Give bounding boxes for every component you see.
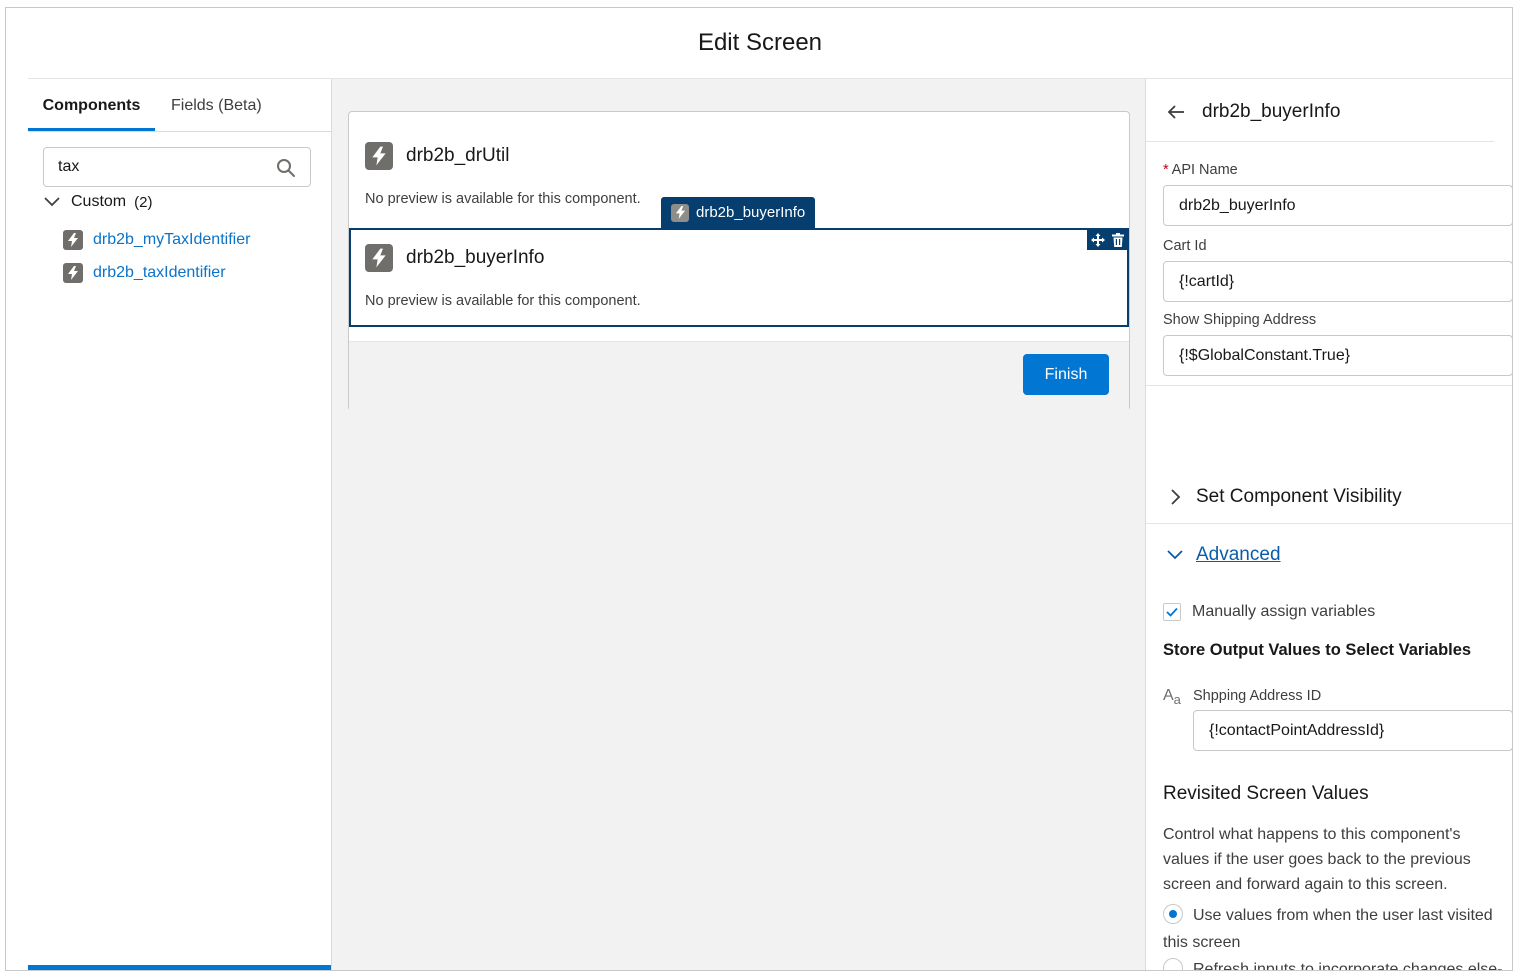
- delete-icon[interactable]: [1111, 233, 1124, 247]
- component-search[interactable]: [43, 147, 311, 187]
- component-item-label: drb2b_myTaxIdentifier: [93, 231, 251, 248]
- custom-group-toggle[interactable]: Custom (2): [43, 191, 152, 213]
- store-output-heading: Store Output Values to Select Variables: [1163, 641, 1472, 659]
- drag-badge-label: drb2b_buyerInfo: [696, 204, 806, 221]
- search-input[interactable]: [58, 156, 258, 178]
- back-arrow-icon[interactable]: [1166, 102, 1186, 122]
- checkbox-checked-icon[interactable]: [1163, 603, 1181, 621]
- radio-option-refresh[interactable]: Refresh inputs to incorporate changes el…: [1163, 956, 1512, 971]
- advanced-toggle[interactable]: Advanced: [1166, 540, 1281, 570]
- chevron-down-icon: [44, 197, 60, 207]
- section-divider: [1146, 385, 1512, 386]
- component-title: drb2b_buyerInfo: [365, 242, 544, 274]
- tab-fields-beta[interactable]: Fields (Beta): [171, 79, 262, 131]
- header-divider: [1146, 141, 1494, 142]
- cart-id-label: Cart Id: [1163, 238, 1207, 254]
- group-count: (2): [134, 193, 153, 211]
- revisited-heading: Revisited Screen Values: [1163, 783, 1369, 804]
- drag-badge[interactable]: drb2b_buyerInfo: [661, 197, 816, 228]
- component-name: drb2b_buyerInfo: [406, 247, 545, 268]
- component-preview-note: No preview is available for this compone…: [365, 191, 641, 207]
- lightning-component-icon: [63, 263, 83, 283]
- set-visibility-label: Set Component Visibility: [1196, 486, 1402, 507]
- radio-selected-icon[interactable]: [1163, 904, 1183, 924]
- properties-panel: drb2b_buyerInfo *API Name Cart Id Show S…: [1146, 79, 1512, 971]
- shipping-id-label: Shpping Address ID: [1193, 688, 1322, 704]
- properties-header: drb2b_buyerInfo: [1166, 97, 1340, 127]
- dialog-title: Edit Screen: [697, 29, 823, 56]
- edit-screen-dialog: Edit Screen Components Fields (Beta) Cus…: [5, 7, 1513, 971]
- chevron-right-icon: [1171, 489, 1181, 505]
- api-name-field[interactable]: [1163, 185, 1512, 226]
- api-name-label-text: API Name: [1171, 162, 1238, 178]
- show-shipping-field[interactable]: [1163, 335, 1512, 376]
- chevron-down-icon: [1167, 550, 1183, 560]
- components-panel: Components Fields (Beta) Custom (2) drb2…: [28, 79, 332, 970]
- lightning-component-icon: [63, 230, 83, 250]
- move-icon[interactable]: [1090, 233, 1105, 247]
- lightning-component-icon: [365, 142, 393, 170]
- lightning-component-icon: [671, 203, 689, 222]
- advanced-label: Advanced: [1196, 544, 1281, 565]
- revisited-description: Control what happens to this component's…: [1163, 826, 1471, 893]
- selected-component[interactable]: drb2b_buyerInfo No preview is available …: [349, 228, 1129, 327]
- manual-assign-label: Manually assign variables: [1192, 603, 1376, 620]
- api-name-label: * API Name: [1163, 162, 1238, 178]
- manual-assign-checkbox[interactable]: Manually assign variables: [1163, 601, 1375, 623]
- component-preview-note: No preview is available for this compone…: [365, 293, 641, 309]
- shipping-id-field[interactable]: [1193, 710, 1512, 751]
- set-visibility-toggle[interactable]: Set Component Visibility: [1166, 482, 1402, 512]
- screen-footer: Finish: [349, 341, 1129, 412]
- screen-canvas: drb2b_drUtil No preview is available for…: [332, 79, 1146, 970]
- component-item[interactable]: drb2b_taxIdentifier: [63, 261, 226, 285]
- screen-card: drb2b_drUtil No preview is available for…: [348, 111, 1130, 412]
- component-title: drb2b_drUtil: [365, 140, 510, 172]
- cart-id-field[interactable]: [1163, 261, 1512, 302]
- section-divider: [1146, 523, 1512, 524]
- lightning-component-icon: [365, 244, 393, 272]
- search-icon[interactable]: [276, 158, 296, 178]
- component-item[interactable]: drb2b_myTaxIdentifier: [63, 228, 250, 252]
- tab-components[interactable]: Components: [28, 79, 155, 131]
- finish-button[interactable]: Finish: [1023, 354, 1109, 395]
- panel-scroll-indicator: [28, 965, 331, 970]
- component-item-label: drb2b_taxIdentifier: [93, 264, 226, 281]
- radio-unselected-icon[interactable]: [1163, 958, 1183, 970]
- group-label: Custom: [71, 193, 127, 210]
- component-toolbar: [1087, 230, 1127, 250]
- text-variable-icon: Aa: [1163, 687, 1181, 708]
- radio-option-label: Use values from when the user last visit…: [1163, 907, 1493, 951]
- radio-option-label: Refresh inputs to incorporate changes el…: [1193, 961, 1503, 971]
- panel-tabs: Components Fields (Beta): [28, 79, 331, 132]
- component-name: drb2b_drUtil: [406, 145, 510, 166]
- show-shipping-label: Show Shipping Address: [1163, 312, 1317, 328]
- radio-option-last-visited[interactable]: Use values from when the user last visit…: [1163, 902, 1512, 956]
- properties-title: drb2b_buyerInfo: [1202, 101, 1341, 122]
